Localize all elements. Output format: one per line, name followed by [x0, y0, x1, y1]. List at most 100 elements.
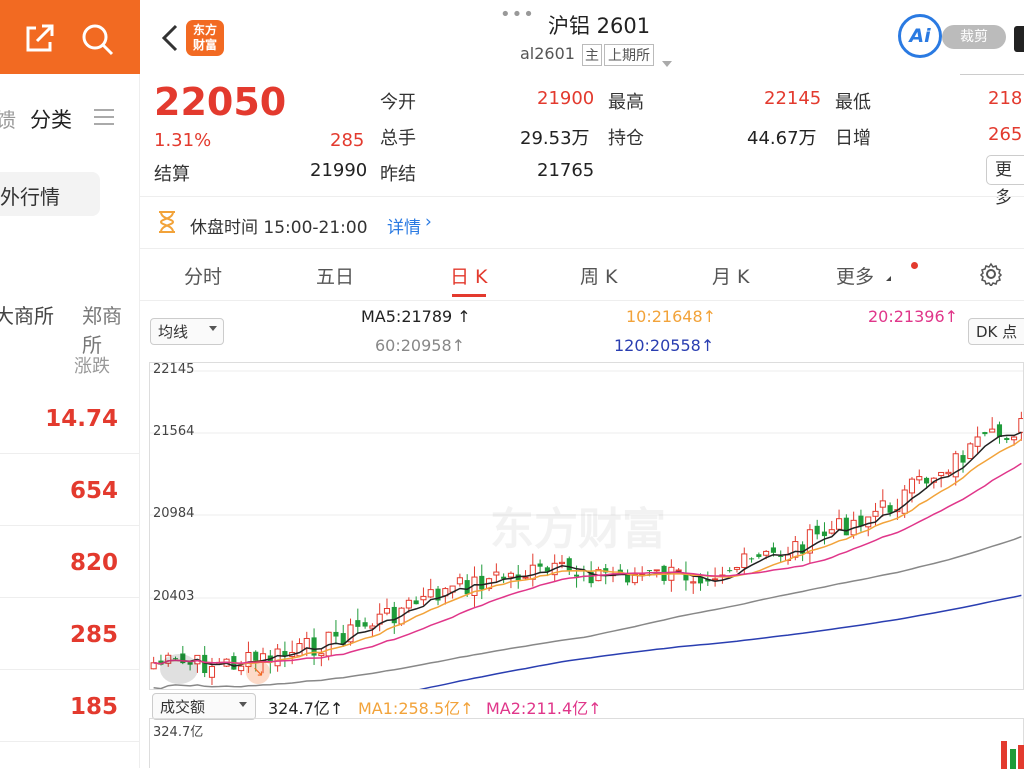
list-item[interactable]: 185 — [0, 670, 140, 742]
foreign-market-chip[interactable]: 外行情 — [0, 172, 100, 216]
prev-settle-label: 昨结 — [380, 164, 416, 185]
dropdown-caret-icon — [209, 326, 217, 331]
main-badge: 主 — [582, 44, 602, 66]
open-interest-label: 持仓 — [608, 128, 644, 149]
change-header[interactable]: 涨跌 — [74, 352, 110, 378]
y-tick-label: 22145 — [153, 362, 195, 377]
ma20-text: 20:21396 — [868, 307, 945, 326]
page-title: 沪铝 2601 — [548, 14, 651, 38]
break-details-link[interactable]: 详情 — [387, 213, 421, 238]
list-item-value: 14.74 — [45, 406, 118, 432]
history-marker-icon[interactable] — [160, 654, 198, 684]
candle-body — [756, 554, 762, 557]
back-icon[interactable] — [160, 24, 180, 52]
arrow-down-right-icon[interactable]: ↘ — [246, 660, 270, 684]
turnover-value: 324.7亿↑ — [268, 699, 344, 718]
candle-body — [522, 576, 529, 579]
candle-body — [274, 648, 281, 667]
list-item[interactable]: 14.74 — [0, 382, 140, 454]
candle-body — [821, 531, 828, 537]
turnover-ma2-text: MA2:211.4亿 — [486, 699, 589, 718]
ma60-text: 60:20958 — [375, 336, 452, 355]
candle-body — [391, 606, 397, 624]
candle-body — [690, 581, 697, 584]
tab-daily-k[interactable]: 日 K — [450, 262, 488, 289]
more-quote-button[interactable]: 更多 — [986, 155, 1024, 208]
exchange-czce[interactable]: 郑商所 — [82, 300, 139, 358]
drag-handle-icon[interactable]: ••• — [500, 4, 535, 25]
candle-body — [727, 570, 733, 572]
exchange-dce[interactable]: 大商所 — [0, 300, 54, 329]
candle-body — [355, 620, 361, 627]
volume-label: 总手 — [380, 128, 416, 149]
candle-body — [1004, 438, 1010, 441]
candle-body — [843, 517, 849, 536]
y-tick-label: 20403 — [153, 589, 195, 604]
ai-button[interactable]: Ai — [898, 14, 942, 58]
candle-body — [566, 558, 572, 571]
open-label: 今开 — [380, 92, 416, 113]
crop-button[interactable]: 裁剪 — [942, 25, 1006, 49]
candle-body — [741, 553, 748, 568]
candle-body — [537, 563, 543, 567]
volume-indicator-select[interactable]: 成交额 — [152, 693, 256, 720]
turnover-text: 324.7亿 — [268, 699, 330, 718]
tab-partial[interactable]: 馈 — [0, 104, 16, 133]
ma120-value: 120:20558↑ — [614, 336, 715, 355]
list-item[interactable]: 820 — [0, 526, 140, 598]
low-value: 218 — [988, 88, 1023, 109]
open-interest-value: 44.67万 — [747, 128, 817, 149]
menu-icon[interactable] — [94, 108, 114, 126]
list-item[interactable]: 285 — [0, 598, 140, 670]
candle-body — [967, 443, 974, 460]
candle-body — [770, 547, 776, 553]
settle-value: 21990 — [310, 160, 368, 181]
candle-body — [982, 432, 988, 435]
chevron-down-icon[interactable] — [662, 52, 672, 67]
tab-five-day[interactable]: 五日 — [316, 262, 354, 289]
tab-monthly-k[interactable]: 月 K — [712, 262, 750, 289]
ma5-value: MA5:21789 ↑ — [361, 307, 471, 326]
ma-select-label: 均线 — [158, 323, 189, 341]
candle-body — [303, 637, 310, 649]
kline-chart[interactable]: 东方财富 — [149, 362, 1024, 690]
high-value: 22145 — [764, 88, 822, 109]
search-icon[interactable] — [80, 22, 116, 58]
volume-chart[interactable]: 324.7亿 — [149, 718, 1024, 769]
dk-point-button[interactable]: DK 点 — [968, 318, 1024, 345]
candle-body — [916, 476, 923, 481]
chevron-right-icon[interactable]: › — [425, 212, 432, 232]
tab-weekly-k[interactable]: 周 K — [580, 262, 618, 289]
ma10-value: 10:21648↑ — [626, 307, 717, 326]
tab-more[interactable]: 更多 — [836, 262, 874, 289]
candle-body — [420, 595, 427, 601]
candle-body — [318, 653, 325, 657]
candle-body — [558, 561, 566, 565]
candle-body — [427, 589, 434, 598]
share-icon[interactable] — [22, 22, 56, 56]
candle-body — [836, 518, 843, 530]
turnover-ma2: MA2:211.4亿↑ — [486, 699, 602, 718]
list-item[interactable]: 654 — [0, 454, 140, 526]
list-item-value: 820 — [69, 550, 118, 576]
candle-body — [924, 477, 930, 484]
corner-triangle-icon — [886, 276, 891, 281]
prev-settle-value: 21765 — [537, 160, 595, 181]
ma5-text: MA5:21789 — [361, 307, 453, 326]
y-tick-label: 21564 — [153, 424, 195, 439]
ma120-text: 120:20558 — [614, 336, 701, 355]
volume-bar — [1001, 741, 1007, 769]
tab-category[interactable]: 分类 — [30, 104, 72, 134]
last-price: 22050 — [154, 80, 287, 124]
candle-body — [362, 622, 368, 627]
change-percent: 1.31% — [154, 130, 212, 151]
candle-body — [646, 570, 653, 572]
window-edge-button[interactable] — [1014, 26, 1024, 52]
tab-intraday[interactable]: 分时 — [184, 262, 222, 289]
candle-body — [996, 424, 1003, 437]
ma-select[interactable]: 均线 — [150, 318, 224, 345]
change-value: 285 — [330, 130, 365, 151]
settings-gear-icon[interactable] — [979, 262, 1003, 288]
candle-body — [974, 436, 981, 447]
open-value: 21900 — [537, 88, 595, 109]
